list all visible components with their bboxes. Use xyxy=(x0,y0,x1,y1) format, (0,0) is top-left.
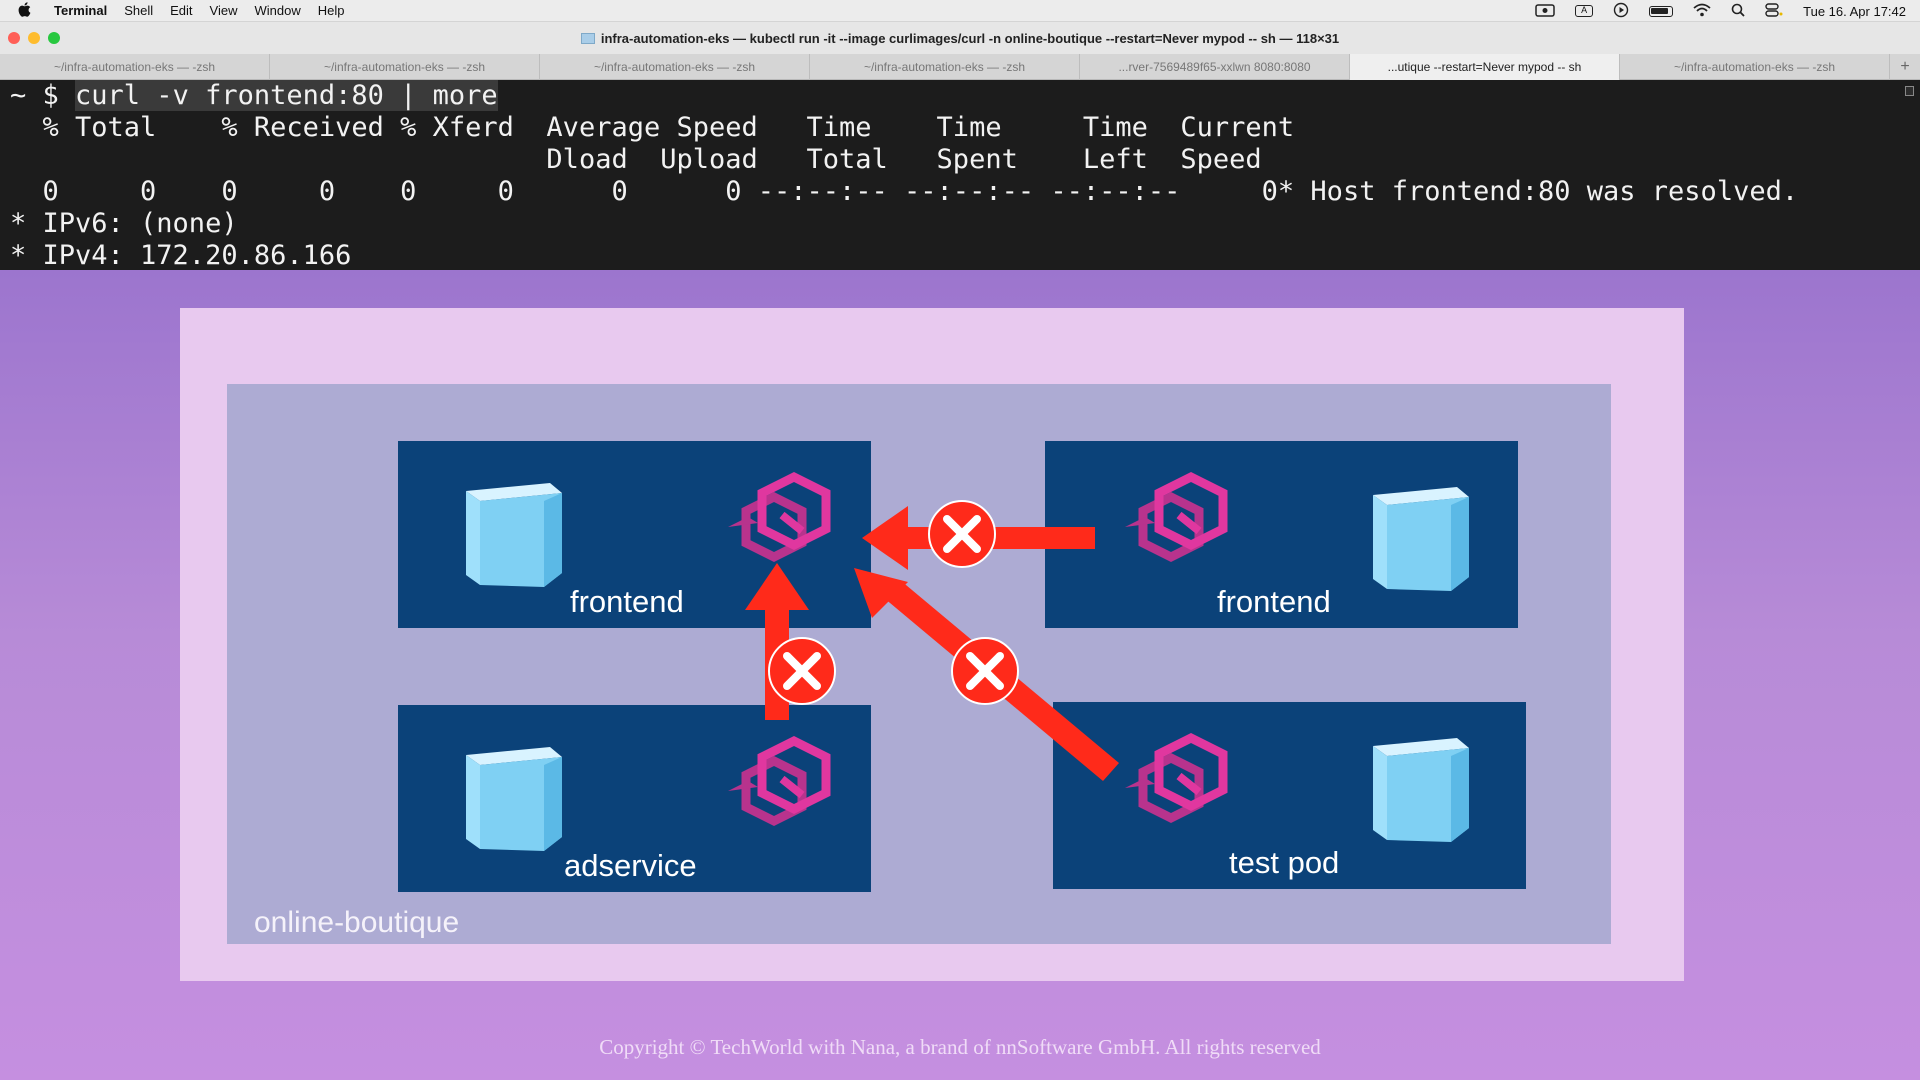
apple-icon[interactable] xyxy=(18,1,40,20)
terminal-output[interactable]: ~ $ curl -v frontend:80 | more % Total %… xyxy=(0,80,1920,271)
namespace-box: frontend frontend adservice test pod onl… xyxy=(227,384,1611,944)
pod-frontend-left: frontend xyxy=(398,441,871,628)
window-title: infra-automation-eks — kubectl run -it -… xyxy=(600,30,1340,46)
pod-label: frontend xyxy=(570,584,684,619)
menu-edit[interactable]: Edit xyxy=(170,3,192,18)
terminal-tab[interactable]: ~/infra-automation-eks — -zsh xyxy=(0,54,270,80)
envoy-proxy-icon xyxy=(728,471,831,563)
clock[interactable]: Tue 16. Apr 17:42 xyxy=(1803,4,1906,19)
minimize-window-button[interactable] xyxy=(28,32,40,44)
container-cube-icon xyxy=(466,747,562,851)
search-icon[interactable] xyxy=(1731,3,1745,20)
terminal-scrollbar[interactable] xyxy=(1905,86,1914,96)
container-cube-icon xyxy=(466,483,562,587)
menu-terminal[interactable]: Terminal xyxy=(54,3,107,18)
screen-record-icon[interactable] xyxy=(1535,3,1555,20)
folder-icon xyxy=(580,32,595,44)
command-text: curl -v frontend:80 | more xyxy=(75,80,498,111)
envoy-proxy-icon xyxy=(1125,471,1228,563)
pod-test: test pod xyxy=(1053,702,1526,889)
terminal-tab-active[interactable]: ...utique --restart=Never mypod -- sh xyxy=(1350,54,1620,80)
menu-view[interactable]: View xyxy=(210,3,238,18)
play-icon[interactable] xyxy=(1613,2,1629,21)
video-slide: frontend frontend adservice test pod onl… xyxy=(0,270,1920,1080)
pod-label: adservice xyxy=(564,848,697,883)
envoy-proxy-icon xyxy=(1125,732,1228,824)
output-line: * IPv6: (none) xyxy=(10,208,238,239)
envoy-proxy-icon xyxy=(728,735,831,827)
container-cube-icon xyxy=(1373,738,1469,842)
wifi-icon[interactable] xyxy=(1693,3,1711,20)
terminal-tab[interactable]: ~/infra-automation-eks — -zsh xyxy=(270,54,540,80)
pod-label: test pod xyxy=(1229,845,1340,880)
output-line: % Total % Received % Xferd Average Speed… xyxy=(10,112,1295,143)
slide-panel: frontend frontend adservice test pod onl… xyxy=(180,308,1684,981)
input-source-indicator[interactable]: A xyxy=(1575,5,1594,17)
tab-bar: ~/infra-automation-eks — -zsh ~/infra-au… xyxy=(0,54,1920,80)
terminal-tab[interactable]: ...rver-7569489f65-xxlwn 8080:8080 xyxy=(1080,54,1350,80)
window-controls xyxy=(8,32,60,44)
menu-window[interactable]: Window xyxy=(255,3,301,18)
zoom-window-button[interactable] xyxy=(48,32,60,44)
namespace-label: online-boutique xyxy=(254,906,460,939)
copyright-text: Copyright © TechWorld with Nana, a brand… xyxy=(599,1035,1321,1059)
menu-help[interactable]: Help xyxy=(318,3,345,18)
battery-icon[interactable] xyxy=(1649,5,1674,17)
pod-label: frontend xyxy=(1217,584,1331,619)
terminal-tab[interactable]: ~/infra-automation-eks — -zsh xyxy=(810,54,1080,80)
terminal-tab[interactable]: ~/infra-automation-eks — -zsh xyxy=(1620,54,1890,80)
output-line: * IPv4: 172.20.86.166 xyxy=(10,240,352,271)
terminal-tab[interactable]: ~/infra-automation-eks — -zsh xyxy=(540,54,810,80)
menu-bar: Terminal Shell Edit View Window Help A T… xyxy=(0,0,1920,22)
menu-shell[interactable]: Shell xyxy=(124,3,153,18)
prompt: ~ $ xyxy=(10,80,76,111)
container-cube-icon xyxy=(1373,487,1469,591)
output-line: Dload Upload Total Spent Left Speed xyxy=(10,144,1262,175)
pod-adservice: adservice xyxy=(398,705,871,892)
window-title-bar: infra-automation-eks — kubectl run -it -… xyxy=(0,22,1920,54)
new-tab-button[interactable]: + xyxy=(1890,54,1920,79)
output-line: 0 0 0 0 0 0 0 0 --:--:-- --:--:-- --:--:… xyxy=(10,176,1799,207)
pod-frontend-right: frontend xyxy=(1045,441,1518,628)
control-center-icon[interactable] xyxy=(1765,2,1783,20)
close-window-button[interactable] xyxy=(8,32,20,44)
prompt-line: ~ $ curl -v frontend:80 | more xyxy=(10,80,1910,112)
